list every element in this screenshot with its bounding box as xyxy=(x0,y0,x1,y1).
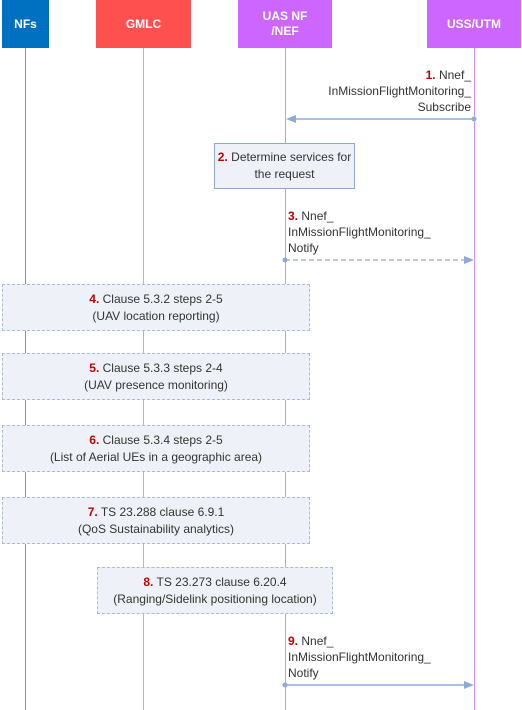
step-number: 9. xyxy=(288,634,299,648)
step-text: TS 23.288 clause 6.9.1 xyxy=(100,504,225,519)
arrow-step-1 xyxy=(286,115,477,123)
step-5-group-box: 5. Clause 5.3.3 steps 2-4 (UAV presence … xyxy=(2,353,310,400)
step-2-process-box: 2. Determine services for the request xyxy=(214,143,355,189)
step-text: Determine services for xyxy=(231,150,352,164)
step-text: TS 23.273 clause 6.20.4 xyxy=(156,574,287,589)
step-text: (List of Aerial UEs in a geographic area… xyxy=(49,449,263,464)
step-text: the request xyxy=(254,167,315,181)
step-text: (UAV location reporting) xyxy=(92,308,220,323)
step-text: InMissionFlightMonitoring_ xyxy=(288,225,431,239)
step-7-group-box: 7. TS 23.288 clause 6.9.1 (QoS Sustainab… xyxy=(2,497,310,544)
step-text: Subscribe xyxy=(417,100,471,114)
step-4-group-box: 4. Clause 5.3.2 steps 2-5 (UAV location … xyxy=(2,284,310,331)
step-number: 3. xyxy=(288,209,299,223)
step-1-label: 1. Nnef_ InMissionFlightMonitoring_ Subs… xyxy=(328,67,471,115)
step-text: InMissionFlightMonitoring_ xyxy=(328,84,471,98)
arrow-step-3 xyxy=(282,256,474,264)
step-8-group-box: 8. TS 23.273 clause 6.20.4 (Ranging/Side… xyxy=(97,567,333,614)
step-text: (Ranging/Sidelink positioning location) xyxy=(113,591,317,606)
step-text: Clause 5.3.4 steps 2-5 xyxy=(102,432,223,447)
step-text: Clause 5.3.3 steps 2-4 xyxy=(102,360,223,375)
step-text: (UAV presence monitoring) xyxy=(84,377,228,392)
arrow-step-9 xyxy=(282,681,474,689)
step-text: Nnef_ xyxy=(301,209,334,223)
step-text: Nnef_ xyxy=(301,634,334,648)
step-number: 1. xyxy=(425,68,436,82)
step-number: 7. xyxy=(87,504,98,519)
step-number: 5. xyxy=(89,360,100,375)
step-3-label: 3. Nnef_ InMissionFlightMonitoring_ Noti… xyxy=(288,208,431,256)
step-text: Notify xyxy=(288,666,319,680)
step-text: Clause 5.3.2 steps 2-5 xyxy=(102,291,223,306)
step-number: 2. xyxy=(217,150,228,164)
step-text: (QoS Sustainability analytics) xyxy=(77,521,235,536)
step-9-label: 9. Nnef_ InMissionFlightMonitoring_ Noti… xyxy=(288,633,431,681)
step-number: 8. xyxy=(143,574,154,589)
step-text: Nnef_ xyxy=(438,68,471,82)
step-number: 6. xyxy=(89,432,100,447)
step-number: 4. xyxy=(89,291,100,306)
step-text: InMissionFlightMonitoring_ xyxy=(288,650,431,664)
step-text: Notify xyxy=(288,241,319,255)
step-6-group-box: 6. Clause 5.3.4 steps 2-5 (List of Aeria… xyxy=(2,425,310,472)
